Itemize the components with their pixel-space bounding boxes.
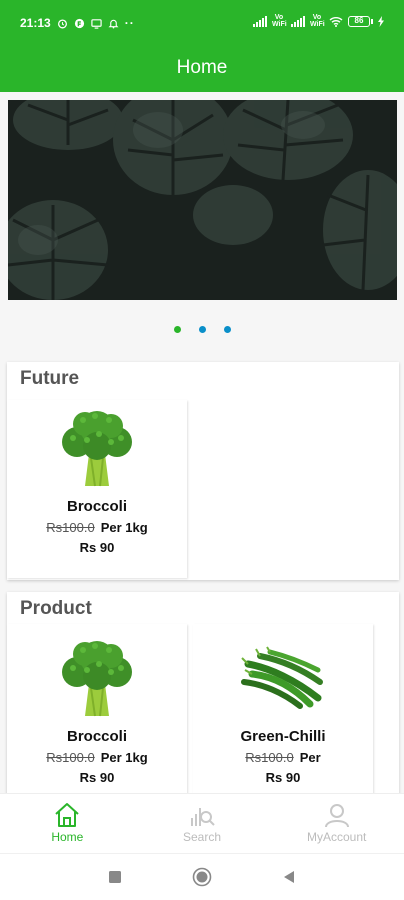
- app-bar: Home: [0, 44, 404, 92]
- original-price: Rs100.0: [245, 750, 294, 765]
- sale-price: Rs 90: [79, 770, 115, 785]
- product-name: Green-Chilli: [240, 728, 326, 745]
- green-chilli-image: [241, 646, 323, 709]
- battery-icon: 86: [348, 15, 373, 27]
- carousel-dot-1[interactable]: [173, 326, 181, 333]
- status-bar: 21:13 ·· Vo WiFi Vo WiFi 86: [0, 0, 404, 44]
- product-name: Broccoli: [66, 498, 127, 515]
- charging-icon: [378, 15, 384, 27]
- more-dots-icon: ··: [124, 16, 135, 30]
- cast-icon: [91, 18, 102, 29]
- carousel-dot-3[interactable]: [223, 326, 231, 333]
- banner-image[interactable]: [8, 100, 397, 300]
- product-section: Product Broccoli Rs100.0 Per 1kg Rs 90 G…: [7, 592, 399, 802]
- sale-price: Rs 90: [265, 770, 301, 785]
- app-screen: 21:13 ·· Vo WiFi Vo WiFi 86 Home Future …: [0, 0, 404, 900]
- home-circle-icon[interactable]: [192, 867, 212, 887]
- price-line: Rs100.0 Per: [193, 750, 373, 765]
- product-name: Broccoli: [66, 728, 127, 745]
- back-icon[interactable]: [282, 870, 296, 884]
- section-title-future: Future: [20, 368, 80, 389]
- bell-icon: [108, 19, 119, 28]
- wifi-icon: [329, 16, 343, 27]
- nav-myaccount-label: MyAccount: [307, 830, 367, 844]
- nav-home-label: Home: [51, 830, 84, 844]
- unit-label: Per 1kg: [100, 750, 148, 765]
- nav-search[interactable]: Search: [135, 794, 270, 853]
- unit-label: Per 1kg: [100, 520, 148, 535]
- product-card-future-broccoli[interactable]: Broccoli Rs100.0 Per 1kg Rs 90: [7, 400, 187, 578]
- status-left: 21:13 ··: [20, 16, 135, 30]
- monstera-leaves-image: [8, 100, 397, 300]
- app-notification-icon: [74, 18, 84, 28]
- nav-myaccount[interactable]: MyAccount: [269, 794, 404, 853]
- broccoli-image: [62, 411, 132, 487]
- recent-apps-icon[interactable]: [108, 870, 122, 884]
- broccoli-image: [62, 641, 132, 717]
- home-icon: [55, 803, 80, 827]
- price-line: Rs100.0 Per 1kg: [7, 520, 187, 535]
- alarm-icon: [57, 18, 67, 28]
- section-title-product: Product: [20, 598, 92, 619]
- unit-label: Per: [299, 750, 321, 765]
- vowifi-label-2: Vo WiFi: [310, 14, 325, 28]
- future-section: Future Broccoli Rs100.0 Per 1kg Rs 90: [7, 362, 399, 580]
- signal-icon-1: [253, 15, 267, 27]
- product-card-broccoli[interactable]: Broccoli Rs100.0 Per 1kg Rs 90: [7, 624, 187, 802]
- product-card-green-chilli[interactable]: Green-Chilli Rs100.0 Per Rs 90: [193, 624, 373, 802]
- signal-icon-2: [291, 15, 305, 27]
- status-time: 21:13: [20, 16, 51, 30]
- original-price: Rs100.0: [46, 750, 95, 765]
- status-right: Vo WiFi Vo WiFi 86: [253, 14, 384, 28]
- price-line: Rs100.0 Per 1kg: [7, 750, 187, 765]
- vowifi-label-1: Vo WiFi: [272, 14, 287, 28]
- system-navigation-bar: [0, 853, 404, 900]
- account-icon: [324, 804, 349, 828]
- nav-home[interactable]: Home: [0, 794, 135, 853]
- page-title: Home: [176, 57, 228, 78]
- carousel-indicator: [0, 326, 404, 333]
- original-price: Rs100.0: [46, 520, 95, 535]
- carousel-dot-2[interactable]: [198, 326, 206, 333]
- search-icon: [191, 808, 215, 826]
- nav-search-label: Search: [182, 830, 222, 844]
- battery-level: 86: [348, 15, 370, 27]
- sale-price: Rs 90: [79, 540, 115, 555]
- bottom-navigation: Home Search MyAccount: [0, 793, 404, 853]
